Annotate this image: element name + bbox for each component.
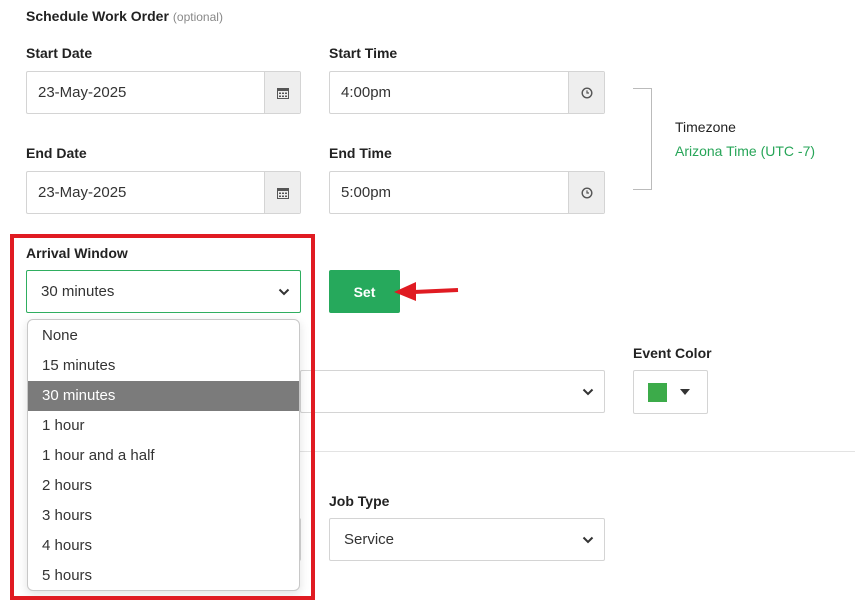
start-time-value: 4:00pm bbox=[341, 84, 392, 101]
set-button[interactable]: Set bbox=[329, 270, 400, 313]
job-type-label: Job Type bbox=[329, 493, 390, 509]
job-type-select[interactable]: Service bbox=[329, 518, 605, 561]
end-date-label: End Date bbox=[26, 145, 87, 161]
event-color-label: Event Color bbox=[633, 345, 712, 361]
color-swatch bbox=[648, 382, 667, 402]
end-time-value: 5:00pm bbox=[341, 184, 392, 201]
section-title-text: Schedule Work Order bbox=[26, 8, 169, 24]
chevron-down-icon bbox=[582, 536, 594, 543]
start-date-value: 23-May-2025 bbox=[38, 84, 127, 101]
end-time-field[interactable]: 5:00pm bbox=[329, 171, 605, 214]
chevron-down-icon bbox=[582, 388, 594, 395]
highlight-box bbox=[10, 234, 315, 600]
arrow-annotation-icon bbox=[394, 282, 459, 301]
timezone-label: Timezone bbox=[675, 119, 736, 135]
clock-icon[interactable] bbox=[568, 72, 604, 113]
clock-icon[interactable] bbox=[568, 172, 604, 213]
section-title: Schedule Work Order (optional) bbox=[26, 8, 223, 24]
end-time-label: End Time bbox=[329, 145, 392, 161]
start-time-label: Start Time bbox=[329, 45, 398, 61]
calendar-icon[interactable] bbox=[264, 72, 300, 113]
timezone-bracket bbox=[633, 88, 652, 190]
end-date-field[interactable]: 23-May-2025 bbox=[26, 171, 301, 214]
start-date-label: Start Date bbox=[26, 45, 93, 61]
calendar-icon[interactable] bbox=[264, 172, 300, 213]
start-date-field[interactable]: 23-May-2025 bbox=[26, 71, 301, 114]
timezone-value[interactable]: Arizona Time (UTC -7) bbox=[675, 143, 815, 159]
job-type-value: Service bbox=[344, 531, 395, 548]
optional-hint: (optional) bbox=[172, 10, 223, 24]
assignee-select[interactable] bbox=[300, 370, 605, 413]
caret-down-icon bbox=[680, 389, 690, 395]
start-time-field[interactable]: 4:00pm bbox=[329, 71, 605, 114]
end-date-value: 23-May-2025 bbox=[38, 184, 127, 201]
event-color-picker[interactable] bbox=[633, 370, 708, 414]
